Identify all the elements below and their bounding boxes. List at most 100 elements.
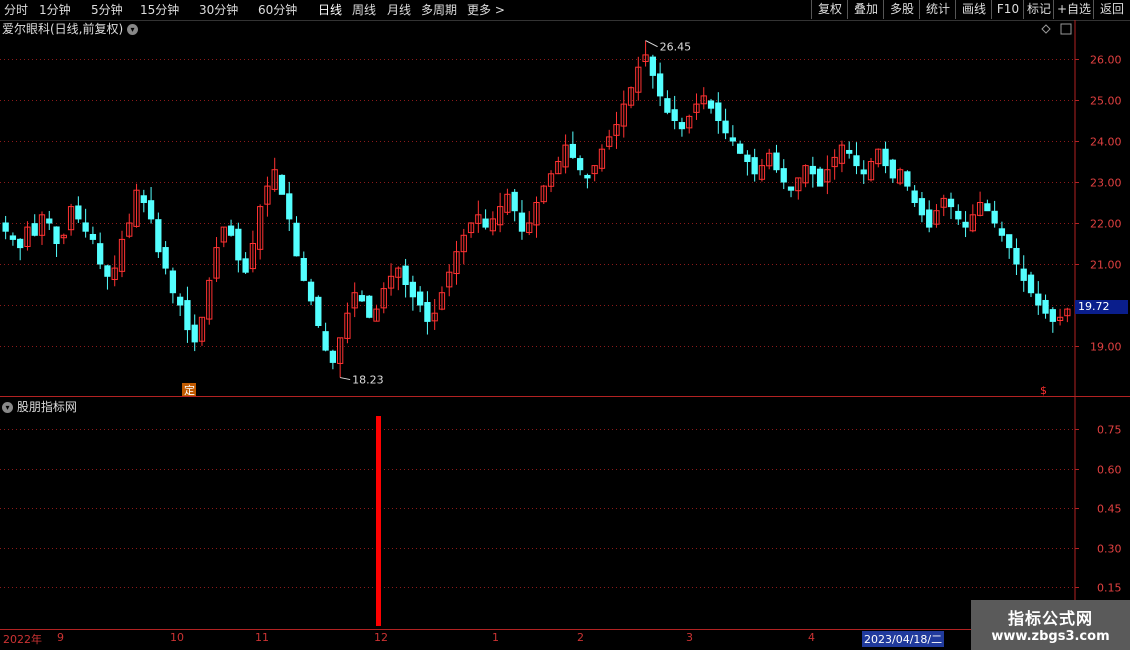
- candle-body: [656, 73, 664, 97]
- candle-body: [576, 158, 584, 171]
- candle-body: [780, 168, 787, 183]
- chevron-down-icon[interactable]: ▾: [127, 24, 139, 35]
- kline-chart[interactable]: 26.00 25.00 24.00 23.00 22.00 21.00 19.00 26.45…: [0, 0, 1130, 650]
- chart-title: 爱尔眼科(日线,前复权) ▾: [2, 21, 139, 37]
- s-marker: $: [1040, 384, 1047, 397]
- candle-body: [736, 143, 744, 154]
- candle-body: [82, 222, 89, 232]
- candle-body: [278, 174, 286, 195]
- candle-body: [860, 169, 867, 175]
- candle-body: [424, 302, 431, 322]
- signal-bar: [376, 416, 381, 626]
- candle-body: [293, 222, 300, 257]
- candle-body: [649, 56, 656, 76]
- candle-body: [1049, 309, 1056, 322]
- candle-body: [911, 190, 918, 204]
- candle-body: [162, 247, 169, 269]
- cursor-date: 2023/04/18/二: [862, 631, 945, 647]
- candle-body: [751, 157, 758, 175]
- date-label: 12: [374, 631, 388, 644]
- candle-body: [787, 186, 795, 191]
- candle-body: [2, 222, 9, 232]
- y-tick-label: 24.00: [1090, 136, 1122, 149]
- date-label: 9: [57, 631, 64, 644]
- candle-body: [227, 225, 235, 236]
- date-label: 2022年: [3, 633, 42, 646]
- candle-body: [235, 228, 242, 261]
- candle-body: [904, 171, 911, 187]
- candle-body: [816, 168, 824, 187]
- y-tick-label: 21.00: [1090, 259, 1122, 272]
- candle-body: [962, 221, 969, 228]
- candle-body: [104, 265, 111, 277]
- ding-marker: 定: [184, 383, 195, 397]
- candle-body: [315, 296, 322, 326]
- candle-body: [409, 281, 417, 298]
- candle-body: [366, 295, 373, 318]
- low-label: 18.23: [352, 374, 384, 387]
- sub-y-tick-label: 0.45: [1097, 503, 1122, 516]
- candle-body: [773, 152, 780, 171]
- candle-body: [664, 98, 671, 113]
- candle-body: [729, 137, 736, 142]
- y-tick-label: 26.00: [1090, 54, 1122, 67]
- date-label: 1: [492, 631, 499, 644]
- candle-body: [947, 198, 955, 208]
- candle-body: [1042, 299, 1049, 314]
- candle-body: [97, 243, 104, 265]
- candle-body: [89, 233, 97, 240]
- candle-body: [955, 210, 962, 220]
- candle-body: [184, 300, 191, 331]
- low-pointer: [340, 377, 351, 381]
- watermark: 指标公式网 www.zbgs3.com: [971, 600, 1130, 650]
- candle-body: [53, 226, 60, 245]
- y-tick-label: 25.00: [1090, 95, 1122, 108]
- candle-body: [75, 205, 82, 220]
- high-pointer: [645, 40, 658, 48]
- candle-body: [918, 198, 926, 216]
- candle-body: [9, 235, 17, 240]
- candle-body: [286, 193, 293, 220]
- candle-body: [984, 203, 991, 212]
- candle-body: [140, 195, 147, 204]
- watermark-title: 指标公式网: [1007, 609, 1093, 628]
- candle-body: [1006, 234, 1013, 249]
- chevron-down-icon[interactable]: ▾: [2, 402, 13, 413]
- candle-body: [329, 350, 337, 363]
- candle-body: [518, 212, 526, 232]
- y-tick-label: 19.00: [1090, 341, 1122, 354]
- candle-body: [889, 159, 896, 179]
- candle-body: [882, 148, 889, 167]
- candle-body: [722, 120, 729, 134]
- candle-body: [358, 295, 366, 302]
- candle-body: [671, 109, 678, 121]
- candle-body: [1027, 274, 1035, 294]
- date-label: 3: [686, 631, 693, 644]
- indicator-name: 股朋指标网: [16, 400, 77, 414]
- candle-body: [402, 265, 409, 285]
- stock-title: 爱尔眼科(日线,前复权): [2, 22, 124, 36]
- candle-body: [1035, 293, 1042, 306]
- candle-body: [853, 155, 860, 167]
- candle-body: [1020, 268, 1027, 281]
- candle-body: [300, 258, 307, 281]
- candle-body: [569, 143, 576, 158]
- date-label: 4: [808, 631, 815, 644]
- sub-y-tick-label: 0.75: [1097, 424, 1122, 437]
- candle-body: [809, 165, 816, 175]
- diamond-icon: [1041, 24, 1051, 34]
- window-toggle-icon: [1060, 23, 1072, 35]
- candle-body: [307, 281, 315, 302]
- candle-body: [322, 331, 329, 351]
- date-label: 2: [577, 631, 584, 644]
- sub-y-tick-label: 0.30: [1097, 543, 1122, 556]
- sub-chart-title: ▾ 股朋指标网: [2, 398, 77, 415]
- last-price-tag: 19.72: [1075, 300, 1128, 314]
- candle-body: [482, 218, 489, 228]
- candle-body: [417, 291, 424, 306]
- candle-body: [998, 228, 1006, 236]
- candle-body: [846, 149, 853, 154]
- candle-body: [511, 191, 518, 212]
- candle-body: [991, 210, 998, 224]
- high-label: 26.45: [660, 41, 692, 54]
